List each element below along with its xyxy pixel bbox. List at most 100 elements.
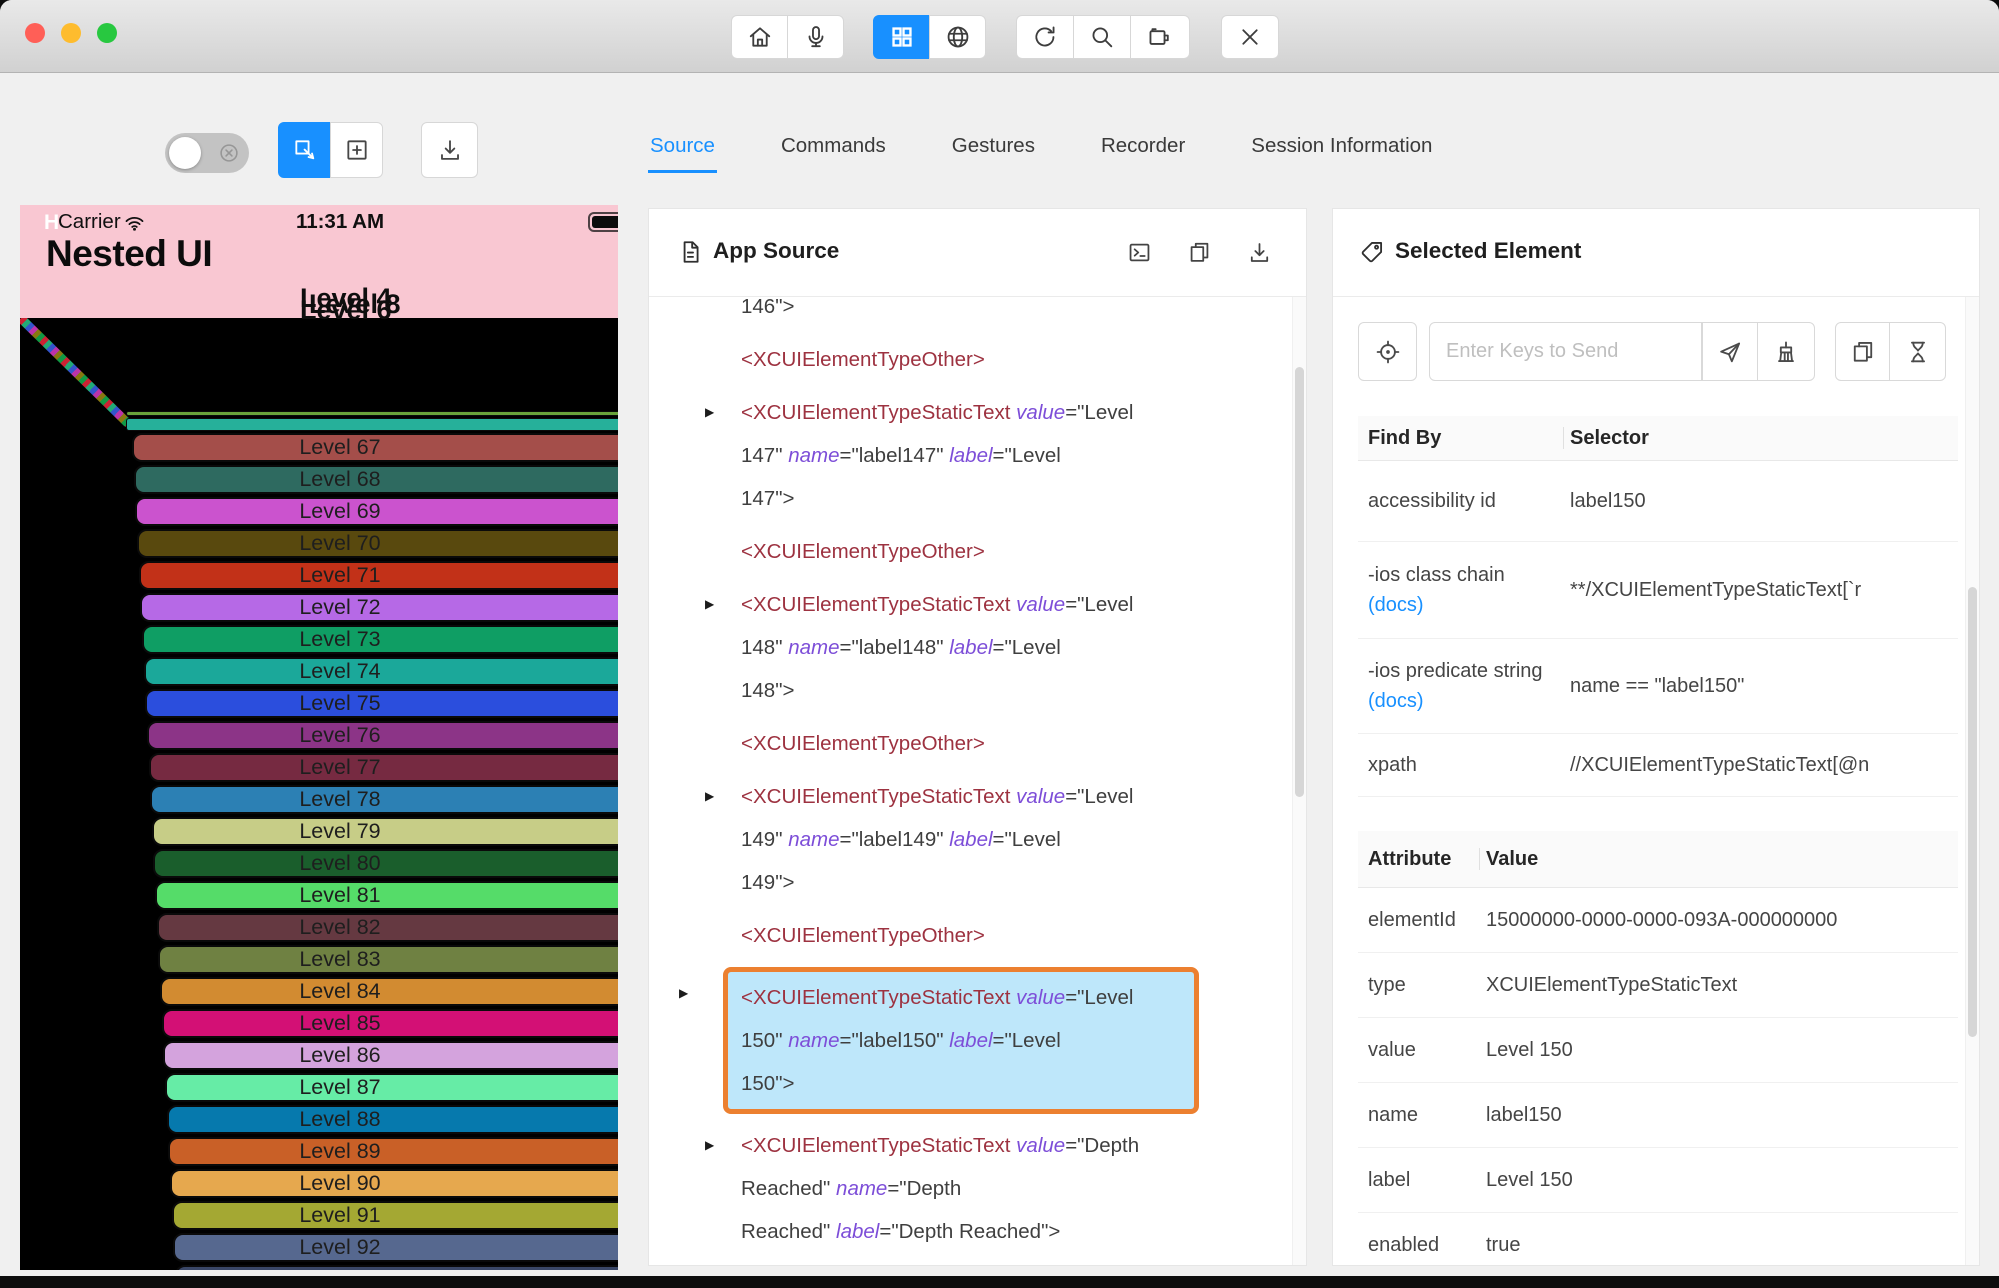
tab-commands[interactable]: Commands xyxy=(779,134,888,173)
source-line: <XCUIElementTypeStaticText value="Level xyxy=(741,401,1134,424)
expand-arrow-icon[interactable]: ▶ xyxy=(705,775,714,818)
attribute-row: enabled true xyxy=(1358,1213,1958,1265)
toggle-off-icon xyxy=(218,142,240,164)
level-bar[interactable] xyxy=(146,721,618,750)
source-line: Reached" label="Depth Reached"> xyxy=(741,1220,1061,1243)
level-bar[interactable] xyxy=(166,1105,618,1134)
level-bar[interactable] xyxy=(136,529,618,558)
source-line: 149" name="label149" label="Level xyxy=(741,828,1061,851)
terminal-icon[interactable] xyxy=(1127,240,1152,265)
source-node-selected[interactable]: ▶ <XCUIElementTypeStaticText value="Level… xyxy=(679,967,1199,1114)
source-node[interactable]: ▶ <XCUIElementTypeStaticText value="Level… xyxy=(705,391,1292,520)
level-bar[interactable] xyxy=(135,497,618,526)
home-icon xyxy=(747,24,773,50)
docs-link[interactable]: (docs) xyxy=(1368,690,1424,712)
level-bar-sliver[interactable] xyxy=(126,411,618,416)
source-line: 149"> xyxy=(741,871,795,894)
find-by-strategy: -ios class chain (docs) xyxy=(1368,564,1505,616)
level-bar[interactable] xyxy=(161,1009,618,1038)
tab-gestures[interactable]: Gestures xyxy=(950,134,1037,173)
copy-icon xyxy=(1850,339,1876,365)
level-bar[interactable] xyxy=(141,625,618,654)
level-bar[interactable] xyxy=(171,1201,618,1230)
level-bar[interactable] xyxy=(145,689,618,718)
selected-scrollbar[interactable] xyxy=(1965,297,1979,1265)
docs-link[interactable]: (docs) xyxy=(1368,594,1424,616)
source-line: <XCUIElementTypeStaticText value="Level xyxy=(741,593,1134,616)
download-source-icon[interactable] xyxy=(1247,240,1272,265)
level-bar[interactable] xyxy=(163,1041,618,1070)
level-bar-partial[interactable] xyxy=(175,1265,618,1270)
level-bar[interactable] xyxy=(132,433,618,462)
search-button[interactable] xyxy=(1073,15,1131,59)
minimize-window-button[interactable] xyxy=(61,23,81,43)
source-node[interactable]: <XCUIElementTypeOther> xyxy=(741,338,1292,381)
level-bar[interactable] xyxy=(155,881,618,910)
source-tree: 146"> <XCUIElementTypeOther> ▶ <XCUIElement… xyxy=(649,297,1292,1265)
level-bar[interactable] xyxy=(173,1233,618,1262)
level-bar[interactable] xyxy=(153,849,618,878)
app-grid-button[interactable] xyxy=(873,15,930,59)
level-bar[interactable] xyxy=(138,561,618,590)
hourglass-button[interactable] xyxy=(1889,322,1946,381)
attributes-table: Attribute Value elementId 15000000-0000-0… xyxy=(1358,831,1958,1265)
level-bar[interactable] xyxy=(165,1073,618,1102)
select-element-button[interactable] xyxy=(278,122,331,178)
tab-recorder[interactable]: Recorder xyxy=(1099,134,1187,173)
level-bar[interactable] xyxy=(140,593,618,622)
source-line: 150"> xyxy=(741,1072,795,1095)
video-camera-icon xyxy=(1147,24,1173,50)
source-node[interactable]: <XCUIElementTypeOther> xyxy=(741,914,1292,957)
send-keys-input[interactable] xyxy=(1429,322,1702,381)
nested-levels-chain xyxy=(20,315,133,428)
source-scrollbar[interactable] xyxy=(1292,297,1306,1265)
tap-by-coordinates-button[interactable] xyxy=(330,122,383,178)
quit-session-button[interactable] xyxy=(1221,15,1279,59)
level-bar[interactable] xyxy=(148,753,618,782)
globe-button[interactable] xyxy=(929,15,986,59)
selection-mode-toggle[interactable] xyxy=(165,133,249,173)
attribute-row: elementId 15000000-0000-0000-093A-000000… xyxy=(1358,888,1958,953)
find-by-row: -ios predicate string (docs) name == "labe… xyxy=(1358,639,1958,734)
attribute-header: Attribute xyxy=(1368,847,1452,870)
app-title: Nested UI xyxy=(46,233,213,274)
level-bar[interactable] xyxy=(158,945,618,974)
screen-recorder-button[interactable] xyxy=(1130,15,1190,59)
locate-element-button[interactable] xyxy=(1358,322,1417,381)
source-node[interactable]: <XCUIElementTypeOther> xyxy=(741,530,1292,573)
plus-square-icon xyxy=(344,137,370,163)
send-keys-button[interactable] xyxy=(1702,322,1758,381)
download-screenshot-button[interactable] xyxy=(421,122,478,178)
copy-source-icon[interactable] xyxy=(1187,240,1212,265)
zoom-window-button[interactable] xyxy=(97,23,117,43)
tab-source[interactable]: Source xyxy=(648,134,717,173)
expand-arrow-icon[interactable]: ▶ xyxy=(679,972,688,1015)
source-node[interactable]: ▶ <XCUIElementTypeStaticText value="Level… xyxy=(705,775,1292,904)
copy-attributes-button[interactable] xyxy=(1835,322,1890,381)
clear-button[interactable] xyxy=(1757,322,1815,381)
app-source-header: App Source xyxy=(649,209,1306,297)
microphone-button[interactable] xyxy=(787,15,844,59)
expand-arrow-icon[interactable]: ▶ xyxy=(705,391,714,434)
home-button[interactable] xyxy=(731,15,788,59)
level-bar[interactable] xyxy=(133,465,618,494)
level-bar[interactable] xyxy=(150,785,618,814)
tab-session-information[interactable]: Session Information xyxy=(1249,134,1434,173)
level-bar[interactable] xyxy=(168,1137,618,1166)
source-line: 146"> xyxy=(741,297,795,318)
level-bar[interactable] xyxy=(160,977,618,1006)
refresh-button[interactable] xyxy=(1016,15,1074,59)
source-node[interactable]: 146"> xyxy=(741,297,1292,328)
level-bar[interactable] xyxy=(169,1169,618,1198)
source-node[interactable]: <XCUIElementTypeOther> xyxy=(741,722,1292,765)
expand-arrow-icon[interactable]: ▶ xyxy=(705,1124,714,1167)
device-screenshot[interactable]: Level 67 Level 68 Level 69 Level 70 Level 71… xyxy=(20,205,618,1270)
source-node[interactable]: ▶ <XCUIElementTypeStaticText value="Level… xyxy=(705,583,1292,712)
close-window-button[interactable] xyxy=(25,23,45,43)
level-bar[interactable] xyxy=(143,657,618,686)
level-bar-sliver[interactable] xyxy=(126,418,618,431)
source-node[interactable]: ▶ <XCUIElementTypeStaticText value="Depth… xyxy=(705,1124,1292,1253)
level-bar[interactable] xyxy=(156,913,618,942)
level-bar[interactable] xyxy=(151,817,618,846)
expand-arrow-icon[interactable]: ▶ xyxy=(705,583,714,626)
